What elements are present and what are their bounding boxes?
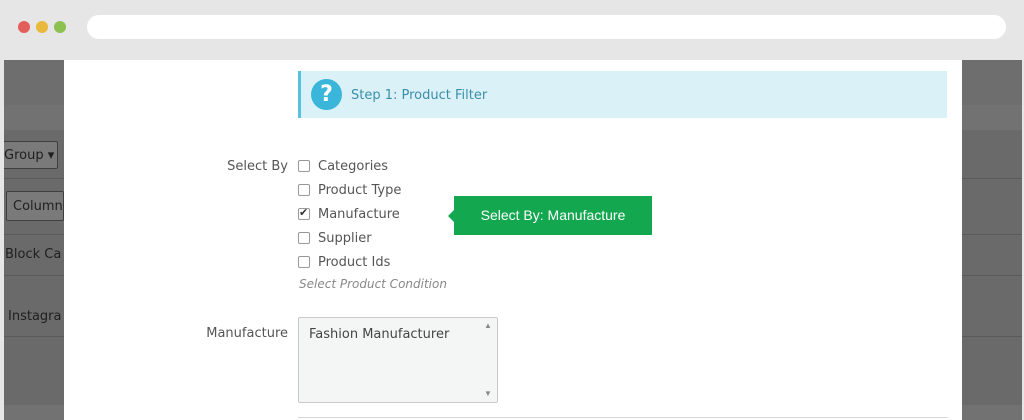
option-product-ids[interactable]: Product Ids xyxy=(298,253,390,271)
manufacture-label: Manufacture xyxy=(206,326,288,341)
option-label: Manufacture xyxy=(318,206,400,222)
select-by-label: Select By xyxy=(227,159,288,174)
option-categories[interactable]: Categories xyxy=(298,157,388,175)
divider xyxy=(298,417,948,418)
listbox-item[interactable]: Fashion Manufacturer xyxy=(309,327,449,342)
option-label: Product Ids xyxy=(318,254,391,270)
bg-column-label: Column xyxy=(13,199,63,214)
product-filter-modal: ? Step 1: Product Filter Select By Categ… xyxy=(64,60,962,420)
option-manufacture[interactable]: Manufacture xyxy=(298,205,400,223)
option-label: Supplier xyxy=(318,230,372,246)
bg-row1-text: Block Ca xyxy=(5,247,62,262)
select-by-tooltip: Select By: Manufacture xyxy=(448,196,652,235)
step-title: Step 1: Product Filter xyxy=(351,88,488,103)
option-label: Categories xyxy=(318,158,389,174)
select-by-help-text: Select Product Condition xyxy=(299,277,447,291)
address-bar[interactable] xyxy=(87,15,1006,39)
step-panel: ? Step 1: Product Filter xyxy=(298,71,947,118)
question-icon: ? xyxy=(311,79,342,110)
scroll-down-icon[interactable]: ▼ xyxy=(483,389,493,399)
checkbox[interactable] xyxy=(298,160,310,172)
checkbox[interactable] xyxy=(298,256,310,268)
option-label: Product Type xyxy=(318,182,402,198)
checkbox[interactable] xyxy=(298,232,310,244)
checkbox-checked[interactable] xyxy=(298,206,310,220)
maximize-window-dot[interactable] xyxy=(54,21,66,33)
minimize-window-dot[interactable] xyxy=(36,21,48,33)
option-supplier[interactable]: Supplier xyxy=(298,229,372,247)
browser-chrome xyxy=(0,0,1024,60)
manufacture-listbox[interactable]: Fashion Manufacturer ▲ ▼ xyxy=(298,317,498,403)
checkbox[interactable] xyxy=(298,184,310,196)
scroll-up-icon[interactable]: ▲ xyxy=(483,321,493,331)
option-product-type[interactable]: Product Type xyxy=(298,181,401,199)
bg-group-label: Group ▾ xyxy=(4,148,55,163)
close-window-dot[interactable] xyxy=(18,21,30,33)
bg-row2-text: Instagra xyxy=(8,309,62,324)
